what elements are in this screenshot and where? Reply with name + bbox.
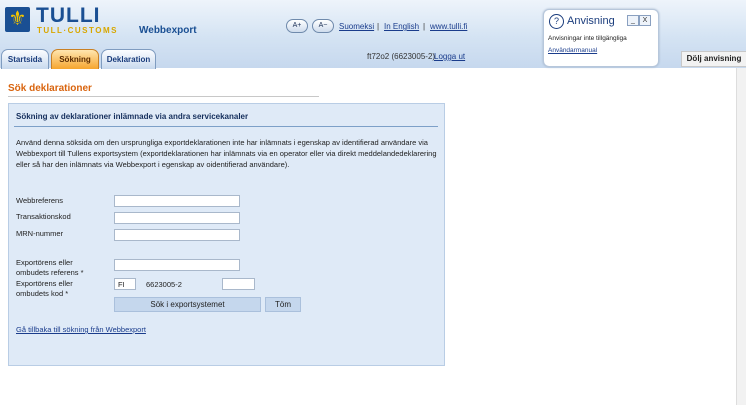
help-text: Anvisningar inte tillgängliga <box>548 35 627 42</box>
user-info: ft72o2 (6623005-2) <box>367 52 436 61</box>
title-divider <box>8 96 319 97</box>
tab-sokning[interactable]: Sökning <box>51 49 99 69</box>
logo-text: TULLI <box>36 4 101 27</box>
link-separator: | <box>423 22 426 31</box>
mrn-input[interactable] <box>114 229 240 241</box>
clear-button[interactable]: Töm <box>265 297 301 312</box>
lang-english-link[interactable]: In English <box>384 22 419 31</box>
logout-link[interactable]: Logga ut <box>434 52 465 61</box>
ref-label-line2: ombudets referens * <box>16 268 84 277</box>
page-scrollbar[interactable] <box>736 68 746 405</box>
tab-deklaration[interactable]: Deklaration <box>101 49 156 69</box>
hide-help-button[interactable]: Dölj anvisning <box>681 51 746 67</box>
logo-subtext: TULL·CUSTOMS <box>37 26 118 35</box>
close-icon[interactable]: X <box>639 15 651 26</box>
panel-description: Använd denna söksida om den ursprungliga… <box>16 138 437 169</box>
back-to-search-link[interactable]: Gå tillbaka till sökning från Webbexport <box>16 325 146 334</box>
transaktionskod-label: Transaktionskod <box>16 212 71 221</box>
ref-input[interactable] <box>114 259 240 271</box>
help-title: Anvisning <box>567 15 615 27</box>
lang-finnish-link[interactable]: Suomeksi <box>339 22 374 31</box>
help-icon: ? <box>549 14 564 29</box>
minimize-icon[interactable]: _ <box>627 15 639 26</box>
page-title: Sök deklarationer <box>8 83 92 94</box>
panel-title: Sökning av deklarationer inlämnade via a… <box>16 112 249 121</box>
transaktionskod-input[interactable] <box>114 212 240 224</box>
font-decrease-button[interactable]: A− <box>312 19 334 33</box>
webbreferens-input[interactable] <box>114 195 240 207</box>
panel-divider <box>14 126 438 127</box>
country-code-input[interactable]: FI <box>114 278 136 290</box>
tulli-site-link[interactable]: www.tulli.fi <box>430 22 467 31</box>
app-name: Webbexport <box>139 25 197 36</box>
webbreferens-label: Webbreferens <box>16 196 63 205</box>
tulli-logo-icon: ⚜ <box>5 7 30 32</box>
search-export-button[interactable]: Sök i exportsystemet <box>114 297 261 312</box>
company-code-field: 6623005-2 <box>142 278 212 290</box>
link-separator: | <box>377 22 380 31</box>
font-increase-button[interactable]: A+ <box>286 19 308 33</box>
mrn-label: MRN-nummer <box>16 229 64 238</box>
code-suffix-input[interactable] <box>222 278 255 290</box>
user-manual-link[interactable]: Användarmanual <box>548 47 597 54</box>
tab-startsida[interactable]: Startsida <box>1 49 49 69</box>
code-label-line2: ombudets kod * <box>16 289 69 298</box>
